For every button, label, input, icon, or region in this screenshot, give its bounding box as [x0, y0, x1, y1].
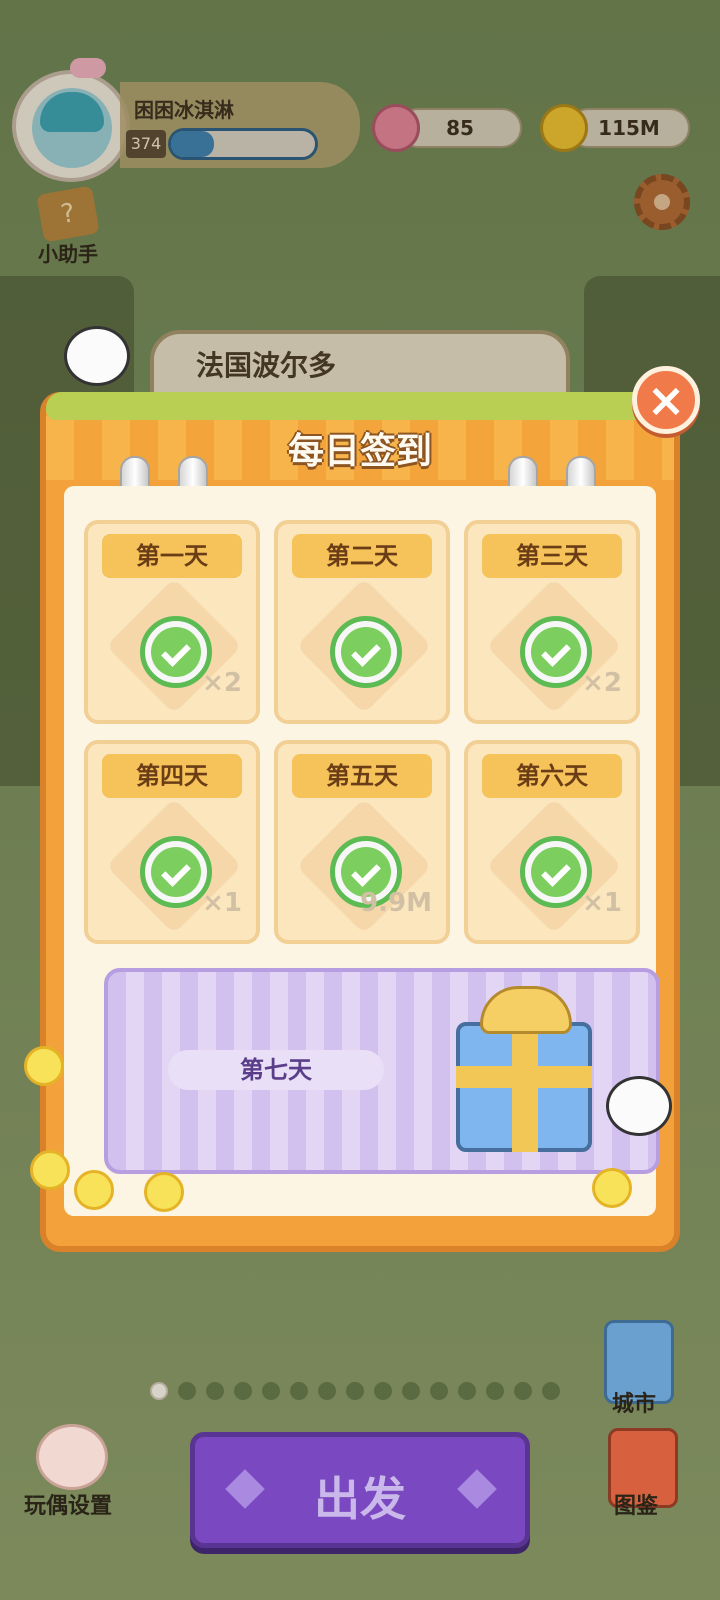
page-dot[interactable]	[346, 1382, 364, 1400]
city-label[interactable]: 城市	[612, 1386, 656, 1418]
day-reward-card[interactable]: 第六天 ×1	[464, 740, 640, 944]
day-label: 第二天	[292, 534, 432, 578]
doll-settings-label[interactable]: 玩偶设置	[24, 1488, 112, 1520]
page-dot[interactable]	[262, 1382, 280, 1400]
day7-label: 第七天	[168, 1050, 384, 1090]
day-reward-card[interactable]: 第三天 ×2	[464, 520, 640, 724]
day-reward-card[interactable]: 第五天 9.9M	[274, 740, 450, 944]
page-dot[interactable]	[234, 1382, 252, 1400]
flower-icon	[74, 1170, 114, 1210]
reward-quantity: 9.9M	[360, 888, 432, 918]
depart-button[interactable]: 出发	[190, 1432, 530, 1548]
day7-reward-card[interactable]: 第七天	[104, 968, 660, 1174]
page-dot[interactable]	[430, 1382, 448, 1400]
day-label: 第三天	[482, 534, 622, 578]
page-indicator	[150, 1382, 560, 1400]
bird-icon	[606, 1076, 672, 1136]
page-dot[interactable]	[514, 1382, 532, 1400]
collection-label[interactable]: 图鉴	[614, 1488, 658, 1520]
page-dot[interactable]	[374, 1382, 392, 1400]
page-dot[interactable]	[542, 1382, 560, 1400]
page-dot[interactable]	[402, 1382, 420, 1400]
flower-icon	[592, 1168, 632, 1208]
reward-quantity: ×1	[582, 888, 622, 918]
page-dot[interactable]	[206, 1382, 224, 1400]
close-icon: ×	[646, 373, 686, 427]
day-label: 第六天	[482, 754, 622, 798]
daily-checkin-dialog: 每日签到 第一天 ×2 第二天 第三天 ×2 第四天 ×1 第五天 9.9M 第六天 ×1 第七天	[40, 392, 686, 1252]
doll-settings-button[interactable]	[36, 1424, 108, 1490]
reward-quantity: ×2	[582, 668, 622, 698]
grass-decoration	[46, 392, 686, 420]
page-dot[interactable]	[290, 1382, 308, 1400]
close-button[interactable]: ×	[632, 366, 700, 434]
bird-icon	[64, 326, 130, 386]
page-dot[interactable]	[178, 1382, 196, 1400]
flower-icon	[144, 1172, 184, 1212]
day-reward-card[interactable]: 第四天 ×1	[84, 740, 260, 944]
day-reward-card[interactable]: 第二天	[274, 520, 450, 724]
reward-quantity: ×1	[202, 888, 242, 918]
gift-bow-icon	[480, 986, 572, 1034]
flower-icon	[30, 1150, 70, 1190]
checkmark-icon	[330, 616, 402, 688]
gift-box-icon	[456, 986, 592, 1152]
page-dot[interactable]	[458, 1382, 476, 1400]
reward-quantity: ×2	[202, 668, 242, 698]
page-dot[interactable]	[150, 1382, 168, 1400]
flower-icon	[24, 1046, 64, 1086]
day-reward-card[interactable]: 第一天 ×2	[84, 520, 260, 724]
day-label: 第四天	[102, 754, 242, 798]
day-label: 第五天	[292, 754, 432, 798]
day-label: 第一天	[102, 534, 242, 578]
page-dot[interactable]	[486, 1382, 504, 1400]
page-dot[interactable]	[318, 1382, 336, 1400]
